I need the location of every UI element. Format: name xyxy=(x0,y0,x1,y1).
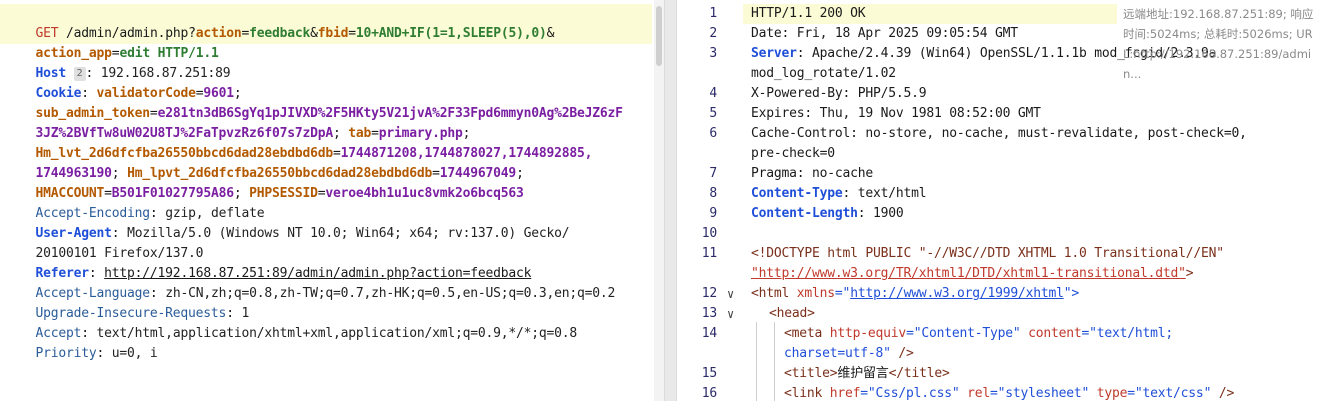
doctype-line-cont: "http://www.w3.org/TR/xhtml1/DTD/xhtml1-… xyxy=(751,266,1194,281)
dtd-link[interactable]: "http://www.w3.org/TR/xhtml1/DTD/xhtml1-… xyxy=(751,266,1186,281)
line-number: 7 xyxy=(709,166,717,181)
param-fbid: fbid xyxy=(317,26,349,41)
cookie-hmlvt-line-2: 1744963190; Hm_lpvt_2d6dfcfba26550bbcd6d… xyxy=(35,166,524,181)
cookie-token-line-1: sub_admin_token=e281tn3dB6SgYq1pJIVXD%2F… xyxy=(35,106,623,121)
line-number: 15 xyxy=(701,366,717,381)
header-user-agent: User-Agent: Mozilla/5.0 (Windows NT 10.0… xyxy=(35,226,570,241)
header-cookie: Cookie: validatorCode=9601; xyxy=(35,86,242,101)
line-number: 14 xyxy=(701,326,717,341)
indent-guide xyxy=(774,322,775,401)
line-number: 10 xyxy=(701,226,717,241)
response-cache-control: Cache-Control: no-store, no-cache, must-… xyxy=(751,126,1247,141)
header-accept-encoding: Accept-Encoding: gzip, deflate xyxy=(35,206,265,221)
title-tag: <title>维护留言</title> xyxy=(784,366,950,381)
response-info-overlay: 远端地址:192.168.87.251:89; 响应 时间:5024ms; 总耗… xyxy=(1123,4,1323,84)
header-referer: Referer: http://192.168.87.251:89/admin/… xyxy=(35,266,532,281)
meta-tag: <meta http-equiv="Content-Type" content=… xyxy=(784,326,1174,341)
line-number: 2 xyxy=(709,26,717,41)
cookie-hmaccount-line: HMACCOUNT=B501F01027795A86; PHPSESSID=ve… xyxy=(35,186,524,201)
request-line-2: action_app=edit HTTP/1.1 xyxy=(35,46,219,61)
line-number: 13 xyxy=(701,306,717,321)
cookie-token-line-2: 3JZ%2BVfTw8uW02U8TJ%2FaTpvzRz6f07s7zDpA;… xyxy=(35,126,471,141)
param-fbid-value: 10+AND+IF(1=1,SLEEP(5),0) xyxy=(355,26,547,41)
line-number: 4 xyxy=(709,86,717,101)
request-pane[interactable]: GET /admin/admin.php?action=feedback&fbi… xyxy=(0,0,664,401)
response-cache-control-cont: pre-check=0 xyxy=(751,146,835,161)
response-content-length: Content-Length: 1900 xyxy=(751,206,904,221)
cookie-hmlvt-line-1: Hm_lvt_2d6dfcfba26550bbcd6dad28ebdbd6db=… xyxy=(35,146,593,161)
request-scrollbar-thumb[interactable] xyxy=(656,6,662,66)
line-number: 1 xyxy=(709,6,717,21)
response-pragma: Pragma: no-cache xyxy=(751,166,874,181)
response-x-powered-by: X-Powered-By: PHP/5.5.9 xyxy=(751,86,927,101)
response-pane[interactable]: 1 2 3 4 5 6 7 8 9 10 11 12 13 14 15 16 ∨… xyxy=(677,0,1327,401)
info-url: L:http://192.168.87.251:89/admi xyxy=(1123,47,1312,61)
info-timing: 时间:5024ms; 总耗时:5026ms; UR xyxy=(1123,27,1313,41)
line-number: 3 xyxy=(709,46,717,61)
request-line-1: GET /admin/admin.php?action=feedback&fbi… xyxy=(35,26,555,41)
response-date: Date: Fri, 18 Apr 2025 09:05:54 GMT xyxy=(751,26,1018,41)
line-number: 5 xyxy=(709,106,717,121)
line-number: 8 xyxy=(709,186,717,201)
line-number: 12 xyxy=(701,286,717,301)
header-upgrade-insecure: Upgrade-Insecure-Requests: 1 xyxy=(35,306,250,321)
indent-guide xyxy=(756,322,757,401)
fold-chevron-icon[interactable]: ∨ xyxy=(727,304,734,324)
line-number: 11 xyxy=(701,246,717,261)
line-number: 9 xyxy=(709,206,717,221)
info-remote-address: 远端地址:192.168.87.251:89; 响应 xyxy=(1123,7,1314,21)
line-number: 6 xyxy=(709,126,717,141)
xmlns-link[interactable]: http://www.w3.org/1999/xhtml xyxy=(850,286,1064,301)
line-number: 16 xyxy=(701,386,717,401)
link-tag: <link href="Css/pl.css" rel="stylesheet"… xyxy=(784,386,1235,401)
info-url-cont: n... xyxy=(1123,67,1142,81)
header-host: Host 2: 192.168.87.251:89 xyxy=(35,66,231,81)
response-expires: Expires: Thu, 19 Nov 1981 08:52:00 GMT xyxy=(751,106,1041,121)
response-status-line: HTTP/1.1 200 OK xyxy=(751,6,866,21)
response-content-type: Content-Type: text/html xyxy=(751,186,927,201)
html-open-tag: <html xmlns="http://www.w3.org/1999/xhtm… xyxy=(751,286,1079,301)
header-accept: Accept: text/html,application/xhtml+xml,… xyxy=(35,326,578,341)
response-server-cont: mod_log_rotate/1.02 xyxy=(751,66,896,81)
header-accept-language: Accept-Language: zh-CN,zh;q=0.8,zh-TW;q=… xyxy=(35,286,616,301)
title-text: 维护留言 xyxy=(837,366,889,381)
header-user-agent-cont: 20100101 Firefox/137.0 xyxy=(35,246,204,261)
request-scrollbar[interactable] xyxy=(654,0,664,401)
param-action-value: feedback xyxy=(249,26,311,41)
doctype-line: <!DOCTYPE html PUBLIC "-//W3C//DTD XHTML… xyxy=(751,246,1224,261)
meta-tag-cont: charset=utf-8" /> xyxy=(784,346,914,361)
head-open-tag: <head> xyxy=(769,306,815,321)
fold-chevron-icon[interactable]: ∨ xyxy=(727,284,734,304)
pane-splitter[interactable] xyxy=(664,0,677,401)
header-priority: Priority: u=0, i xyxy=(35,346,158,361)
